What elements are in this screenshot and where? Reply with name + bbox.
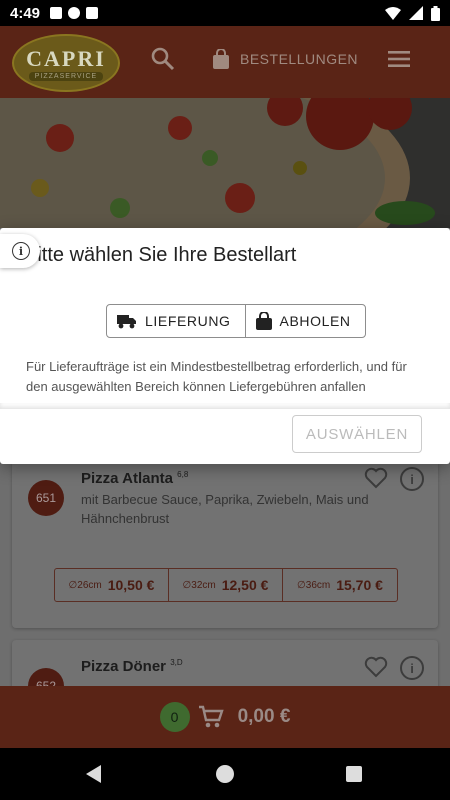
recent-apps-icon[interactable]: [346, 766, 362, 782]
select-button[interactable]: AUSWÄHLEN: [292, 415, 422, 453]
cart-total: 0,00 €: [237, 706, 291, 727]
app-header: CAPRI PIZZASERVICE BESTELLUNGEN: [0, 26, 450, 98]
notification-a-icon: [50, 7, 63, 19]
delivery-label: LIEFERUNG: [145, 313, 231, 329]
order-type-dialog: Bitte wählen Sie Ihre Bestellart i LIEFE…: [0, 228, 450, 464]
favorite-heart-icon[interactable]: [364, 656, 388, 678]
back-icon[interactable]: [86, 765, 101, 783]
status-time: 4:49: [10, 4, 41, 22]
item-additives: 3,D: [170, 658, 183, 667]
wifi-icon: [385, 7, 401, 20]
info-icon: i: [12, 242, 30, 260]
hamburger-menu-icon[interactable]: [386, 48, 412, 70]
status-bar: 4:49: [0, 0, 450, 26]
price-option-26cm[interactable]: ∅26cm 10,50 €: [55, 569, 169, 601]
dialog-info-button[interactable]: i: [0, 234, 40, 268]
cart-count-badge: 0: [159, 702, 190, 732]
logo-subtext: PIZZASERVICE: [28, 71, 104, 81]
pizza-illustration: [0, 98, 450, 228]
dialog-divider: [0, 403, 450, 409]
shopping-bag-icon: [213, 49, 229, 69]
capri-logo[interactable]: CAPRI PIZZASERVICE: [12, 34, 120, 92]
price-option-36cm[interactable]: ∅36cm 15,70 €: [283, 569, 397, 601]
item-description: mit Barbecue Sauce, Paprika, Zwiebeln, M…: [81, 492, 369, 526]
item-name: Pizza Döner: [81, 658, 167, 675]
shopping-cart-icon: [198, 705, 224, 728]
notification-app-icon: [68, 7, 81, 19]
item-additives: 6,8: [177, 470, 189, 479]
dialog-title: Bitte wählen Sie Ihre Bestellart: [24, 244, 297, 266]
truck-icon: [117, 315, 136, 329]
notification-icons: [50, 7, 99, 19]
info-icon[interactable]: i: [400, 656, 424, 680]
order-type-toggle: LIEFERUNG ABHOLEN: [106, 304, 366, 338]
hero-pizza-image: [0, 98, 450, 228]
signal-icon: [409, 6, 423, 20]
system-nav-bar: [0, 748, 450, 800]
logo-brand: CAPRI: [26, 45, 106, 71]
item-title: Pizza Atlanta 6,8: [81, 470, 188, 487]
orders-button[interactable]: BESTELLUNGEN: [212, 44, 358, 74]
price-option-32cm[interactable]: ∅32cm 12,50 €: [169, 569, 283, 601]
battery-icon: [431, 5, 440, 21]
item-title: Pizza Döner 3,D: [81, 658, 183, 675]
menu-list: 651 Pizza Atlanta 6,8 i mit Barbecue Sau…: [0, 460, 450, 704]
item-name: Pizza Atlanta: [81, 470, 173, 487]
pickup-label: ABHOLEN: [279, 313, 351, 329]
notification-sd-icon: [86, 7, 99, 19]
pickup-option[interactable]: ABHOLEN: [244, 305, 365, 337]
menu-card[interactable]: 651 Pizza Atlanta 6,8 i mit Barbecue Sau…: [12, 460, 438, 628]
info-icon[interactable]: i: [400, 467, 424, 491]
favorite-heart-icon[interactable]: [364, 467, 388, 489]
item-number-badge: 651: [28, 480, 64, 516]
home-icon[interactable]: [216, 765, 234, 783]
cart-bar[interactable]: 0 0,00 €: [0, 686, 450, 748]
shopping-bag-icon: [255, 312, 272, 330]
delivery-option[interactable]: LIEFERUNG: [107, 305, 245, 337]
delivery-note: Für Lieferaufträge ist ein Mindestbestel…: [26, 359, 407, 394]
search-icon[interactable]: [150, 46, 176, 72]
price-options: ∅26cm 10,50 € ∅32cm 12,50 € ∅36cm 15,70 …: [54, 568, 398, 602]
orders-label: BESTELLUNGEN: [240, 51, 359, 67]
